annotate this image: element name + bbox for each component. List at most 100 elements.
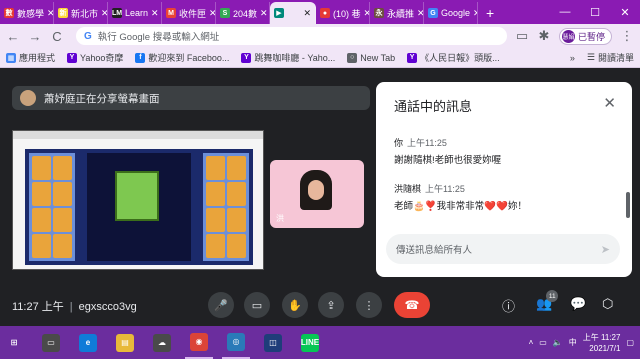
bookmark-item[interactable]: Y 《人民日報》頭版... (407, 51, 500, 64)
end-call-button[interactable]: ☎ (394, 292, 430, 318)
chat-sender: 洪隨棋 (394, 184, 422, 194)
profile-status: 已暫停 (577, 31, 605, 42)
tab-favicon-icon: LM (111, 8, 123, 18)
tab-favicon-icon: 新 (58, 8, 68, 18)
taskbar-clock[interactable]: 上午 11:27 2021/7/1 (583, 332, 621, 354)
address-bar[interactable]: G 執行 Google 搜尋或輸入網址 (76, 27, 507, 45)
taskbar-app-icon: ▤ (116, 333, 134, 352)
browser-tab[interactable]: 永永續推 ✕ (370, 2, 424, 24)
browser-tab[interactable]: 新新北市 ✕ (54, 2, 108, 24)
bookmarks-more-button[interactable]: » (570, 53, 575, 63)
tab-close-icon[interactable]: ✕ (101, 8, 107, 19)
tab-close-icon[interactable]: ✕ (417, 8, 423, 19)
activities-icon[interactable]: ⬡ (602, 296, 613, 312)
browser-tab[interactable]: LM Learn ✕ (108, 2, 162, 24)
browser-tab[interactable]: 數數感學 ✕ (0, 2, 54, 24)
volume-icon[interactable]: 🔈 (553, 338, 563, 347)
browser-tab-strip: 數數感學✕新新北市✕LMLearn✕M收件匣✕S204數✕▶✕●(10) 巷✕永… (0, 0, 640, 24)
close-window-button[interactable]: ✕ (610, 6, 640, 19)
bookmark-item[interactable]: ▦ 應用程式 (6, 51, 55, 64)
bookmark-list: ▦ 應用程式 Y Yahoo奇摩 f 歡迎來到 Faceboo... Y 跳舞咖啡廳 - Ya… (6, 51, 500, 64)
bookmark-icon: Y (241, 52, 252, 63)
bookmark-item[interactable]: ○ New Tab (347, 51, 395, 64)
browser-tab[interactable]: M 收件匣 ✕ (162, 2, 216, 24)
tab-favicon-icon: G (428, 8, 438, 18)
chat-icon[interactable]: 💬 (570, 296, 586, 312)
taskbar-app-icon: ▭ (42, 333, 60, 352)
bookmarks-bar: ▦ 應用程式 Y Yahoo奇摩 f 歡迎來到 Faceboo... Y 跳舞咖啡廳 - Ya… (0, 48, 640, 68)
browser-tab[interactable]: GGoogle✕ (424, 2, 478, 24)
maximize-button[interactable]: ☐ (580, 6, 610, 19)
extensions-icon[interactable]: ✱ (537, 28, 551, 44)
profile-avatar: 慧娟 (561, 29, 575, 43)
tab-favicon-icon: S (220, 8, 230, 18)
chat-scrollbar[interactable] (626, 192, 630, 218)
taskbar-app-button[interactable]: ☁ (148, 326, 176, 359)
taskbar-app-button[interactable]: ⊞ (0, 326, 28, 359)
game-loading-area (87, 153, 191, 261)
taskbar-app-button[interactable]: ◫ (259, 326, 287, 359)
reading-list-button[interactable]: ☰ 閱讀清單 (587, 51, 634, 64)
browser-tab[interactable]: ▶ ✕ (270, 2, 316, 24)
camera-button[interactable]: ▭ (244, 292, 270, 318)
taskbar-app-icon: ◫ (264, 333, 282, 352)
tab-close-icon[interactable]: ✕ (303, 8, 311, 19)
shared-screen[interactable] (12, 130, 264, 270)
close-icon[interactable]: ✕ (603, 94, 616, 112)
people-icon[interactable]: 👥 11 (536, 290, 559, 312)
system-tray: ˄ ▭ 🔈 中 上午 11:27 2021/7/1 ▢ (529, 332, 640, 354)
browser-tab[interactable]: ●(10) 巷✕ (316, 2, 370, 24)
profile-button[interactable]: 慧娟 已暫停 (558, 27, 612, 45)
tab-favicon-icon: 數 (4, 8, 14, 18)
presenter-banner-text: 蕭妤庭正在分享螢幕畫面 (44, 92, 160, 105)
network-icon[interactable]: ▭ (539, 338, 547, 347)
raise-hand-button[interactable]: ✋ (282, 292, 308, 318)
taskbar-app-button[interactable]: ◉ (185, 326, 213, 359)
meeting-controls: 11:27 上午 | egxscco3vg 🎤 ▭ ✋ ⇪ ⋮ ☎ ⓘ 👥 11 💬 … (0, 288, 640, 324)
bookmark-item[interactable]: Y Yahoo奇摩 (67, 51, 123, 64)
chat-input-placeholder: 傳送訊息給所有人 (396, 245, 473, 256)
ime-indicator[interactable]: 中 (569, 337, 577, 348)
tab-label: 數感學 (17, 8, 45, 19)
more-options-button[interactable]: ⋮ (356, 292, 382, 318)
minimize-button[interactable]: — (550, 6, 580, 18)
taskbar-app-icon: ☁ (153, 333, 171, 352)
back-button[interactable]: ← (6, 29, 20, 44)
taskbar-app-button[interactable]: e (74, 326, 102, 359)
chat-input[interactable]: 傳送訊息給所有人 ➤ (386, 234, 620, 264)
present-button[interactable]: ⇪ (318, 292, 344, 318)
bookmark-item[interactable]: Y 跳舞咖啡廳 - Yaho... (241, 51, 335, 64)
taskbar-app-icon: ◉ (190, 332, 208, 351)
participant-video (300, 170, 332, 210)
chat-text: 老師🎂❣️我非常非常❤️❤️妳！ (394, 201, 527, 212)
tab-close-icon[interactable]: ✕ (260, 8, 268, 19)
reload-button[interactable]: C (50, 29, 64, 44)
participant-video-tile[interactable]: 洪 (270, 160, 364, 228)
taskbar-app-button[interactable]: ▤ (111, 326, 139, 359)
tab-close-icon[interactable]: ✕ (47, 8, 53, 19)
window-controls: — ☐ ✕ (550, 0, 640, 24)
notification-icon[interactable]: ▢ (626, 338, 634, 347)
taskbar-app-button[interactable]: ▭ (37, 326, 65, 359)
tab-close-icon[interactable]: ✕ (209, 8, 215, 19)
tab-favicon-icon: ▶ (274, 8, 284, 18)
tab-close-icon[interactable]: ✕ (151, 8, 159, 19)
taskbar-app-icon: e (79, 333, 97, 352)
browser-tab[interactable]: S 204數 ✕ (216, 2, 270, 24)
bookmark-icon: ▦ (6, 52, 16, 63)
taskbar-app-icon: ◎ (227, 332, 245, 351)
present-icon: ⇪ (326, 299, 336, 312)
menu-icon[interactable]: ⋮ (620, 28, 634, 44)
new-tab-button[interactable]: + (478, 2, 502, 24)
cast-icon[interactable]: ▭ (515, 28, 529, 44)
forward-button[interactable]: → (28, 29, 42, 44)
chevron-up-icon[interactable]: ˄ (529, 338, 534, 347)
taskbar-app-button[interactable]: LINE (296, 326, 324, 359)
microphone-button[interactable]: 🎤 (208, 292, 234, 318)
presenter-avatar (20, 90, 36, 106)
info-icon[interactable]: ⓘ (502, 296, 515, 315)
taskbar-app-button[interactable]: ◎ (222, 326, 250, 359)
send-icon[interactable]: ➤ (601, 243, 610, 256)
bookmark-label: Yahoo奇摩 (80, 53, 124, 63)
bookmark-item[interactable]: f 歡迎來到 Faceboo... (135, 51, 229, 64)
